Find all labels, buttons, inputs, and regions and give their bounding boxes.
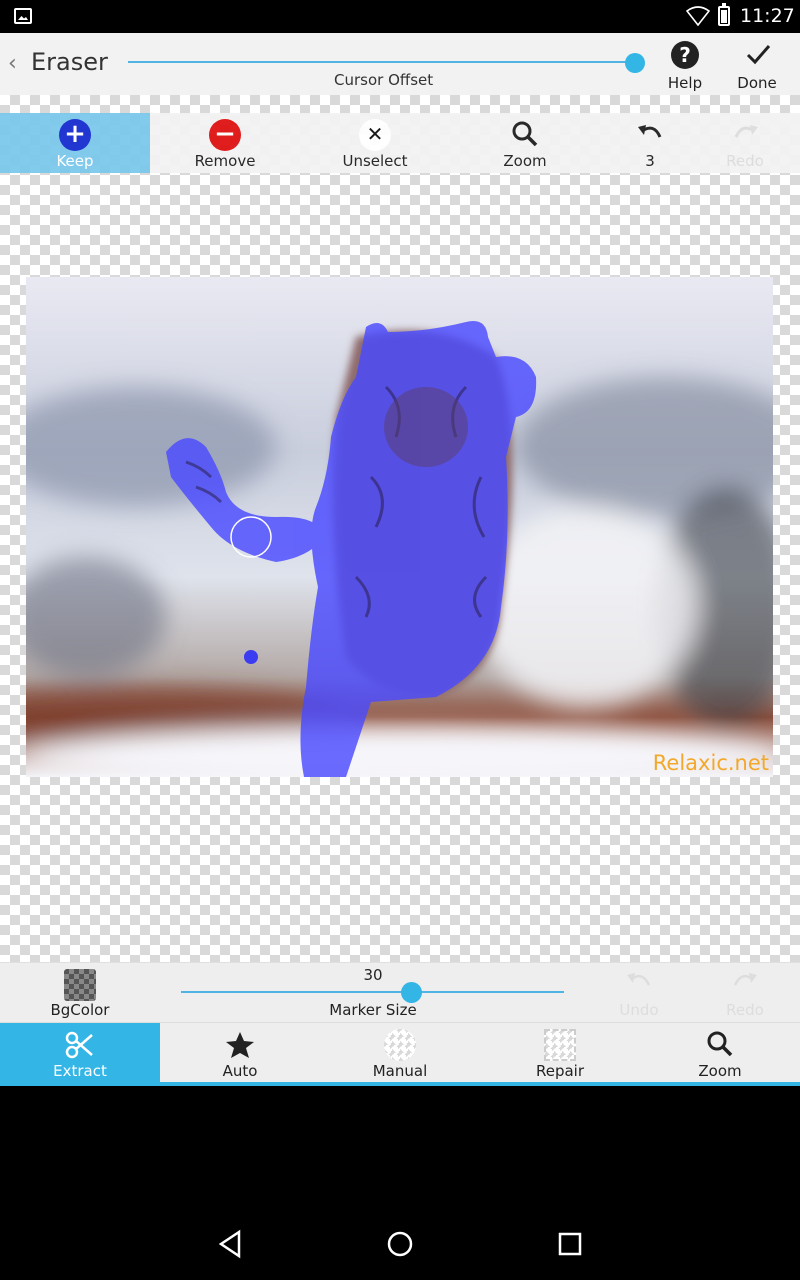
marker-size-track[interactable] [181,991,564,993]
redo-button[interactable]: Redo [690,113,800,173]
tab-extract[interactable]: Extract [0,1023,160,1083]
eraser-brush-icon [384,1029,416,1061]
home-circle-icon[interactable] [382,1226,418,1262]
edited-photo[interactable]: Relaxic.net [26,277,773,777]
tab-auto[interactable]: Auto [160,1023,320,1083]
selection-toolbar: + Keep − Remove ✕ Unselect Zoom 3 Redo [0,113,800,173]
help-icon: ? [671,41,699,69]
tab-repair[interactable]: Repair [480,1023,640,1083]
help-button[interactable]: ? Help [655,39,715,92]
tiger-image[interactable] [26,277,773,777]
watermark: Relaxic.net [652,751,769,775]
star-icon [226,1032,254,1058]
undo-button-bottom[interactable]: Undo [586,963,692,1023]
clock: 11:27 [740,5,795,27]
checkerboard-icon [64,969,96,1001]
mode-tabs: Extract Auto Manual Repair Zoom [0,1022,800,1086]
done-button[interactable]: Done [727,39,787,92]
bottom-controls: BgColor 30 Marker Size Undo Redo [0,962,800,1022]
undo-icon [627,973,651,986]
plus-icon: + [59,119,91,151]
app-header: ‹ Eraser Cursor Offset ? Help Done [0,33,800,95]
zoom-tab-label: Zoom [698,1062,742,1080]
recents-square-icon[interactable] [552,1226,588,1262]
marker-size-thumb[interactable] [401,982,422,1003]
tab-zoom[interactable]: Zoom [640,1023,800,1083]
redo-icon [733,973,757,986]
help-label: Help [667,74,703,92]
close-icon: ✕ [359,119,391,151]
gallery-icon [14,8,32,24]
navigation-bar [0,1200,800,1280]
done-label: Done [737,74,777,92]
marker-size-label: Marker Size [329,1001,417,1019]
keep-button[interactable]: + Keep [0,113,150,173]
remove-button[interactable]: − Remove [150,113,300,173]
minus-icon: − [209,119,241,151]
wifi-icon [686,6,710,26]
extract-label: Extract [53,1062,107,1080]
tab-manual[interactable]: Manual [320,1023,480,1083]
redo-icon [734,125,758,138]
redo-label: Redo [726,1001,764,1019]
scissors-icon [65,1031,93,1059]
undo-icon [638,125,662,138]
search-icon [707,1031,733,1057]
page-title: Eraser [31,48,108,76]
auto-label: Auto [222,1062,258,1080]
repair-icon [544,1029,576,1061]
marker-size-value: 30 [363,966,383,984]
manual-label: Manual [372,1062,428,1080]
bgcolor-button[interactable]: BgColor [0,963,160,1023]
unselect-button[interactable]: ✕ Unselect [300,113,450,173]
cursor-offset-thumb[interactable] [625,53,645,73]
search-icon [512,121,538,147]
redo-button-bottom[interactable]: Redo [692,963,798,1023]
back-triangle-icon[interactable] [213,1226,249,1262]
redo-label: Redo [726,152,764,170]
undo-label: Undo [619,1001,659,1019]
keep-label: Keep [56,152,94,170]
checkmark-icon [746,45,771,65]
cursor-offset-label: Cursor Offset [334,71,434,89]
cursor-offset-point[interactable] [244,650,258,664]
remove-label: Remove [194,152,256,170]
battery-icon [718,3,730,26]
unselect-label: Unselect [342,152,408,170]
bgcolor-label: BgColor [50,1001,110,1019]
cursor-offset-track[interactable] [128,61,636,63]
chevron-left-icon[interactable]: ‹ [8,51,17,76]
repair-label: Repair [535,1062,585,1080]
status-bar: 11:27 [0,0,800,33]
